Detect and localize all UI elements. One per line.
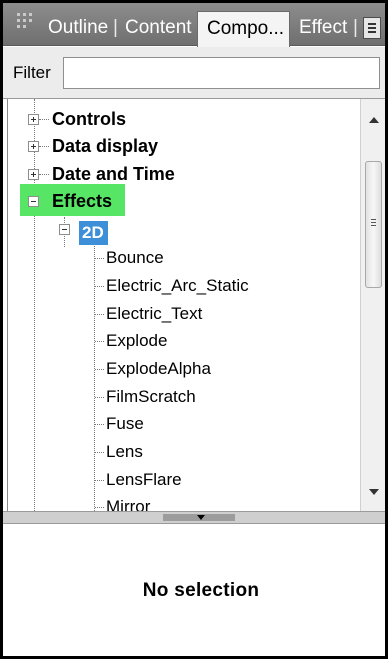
tree-connector	[95, 397, 104, 398]
tree-connector	[95, 507, 104, 508]
tree-node-label: Effects	[52, 191, 113, 211]
filter-label: Filter	[13, 63, 51, 82]
tree-connector	[95, 424, 104, 425]
arrow-up-icon[interactable]	[369, 117, 379, 123]
tree-node-effects[interactable]: Effects	[28, 188, 112, 214]
tree-connector	[95, 480, 104, 481]
tree-leaf-fuse[interactable]: Fuse	[106, 411, 144, 437]
plus-icon[interactable]	[28, 114, 39, 125]
minus-icon[interactable]	[28, 196, 39, 207]
scrollbar-thumb[interactable]	[365, 161, 382, 288]
tab-separator: |	[353, 17, 358, 38]
tree-node-2d[interactable]: 2D	[79, 221, 108, 245]
tree-leaf-mirror[interactable]: Mirror	[106, 494, 150, 511]
tree-leaf-explode[interactable]: Explode	[106, 328, 167, 354]
tree-scrollbar[interactable]	[360, 99, 385, 511]
arrow-down-icon[interactable]	[369, 489, 379, 495]
tab-separator: |	[113, 17, 118, 38]
plus-icon[interactable]	[28, 169, 39, 180]
drag-grip-icon[interactable]	[17, 13, 33, 37]
filter-input[interactable]	[63, 57, 380, 89]
tree-connector	[95, 286, 104, 287]
tree-leaf-electric-text[interactable]: Electric_Text	[106, 301, 202, 327]
tree-leaf-electric-arc-static[interactable]: Electric_Arc_Static	[106, 273, 249, 299]
tree-leaf-lensflare[interactable]: LensFlare	[106, 467, 182, 493]
tree-connector	[95, 369, 104, 370]
tree-node-label: Data display	[52, 136, 159, 156]
tree-connector	[95, 314, 104, 315]
tab-components[interactable]: Compo...	[197, 11, 290, 47]
tab-outline[interactable]: Outline	[48, 11, 108, 46]
tree-node-label: Controls	[52, 109, 126, 129]
tab-bar: Outline | Content Compo... Effect |	[3, 3, 385, 47]
tree-leaf-lens[interactable]: Lens	[106, 439, 143, 465]
tab-effect[interactable]: Effect	[299, 11, 347, 46]
panel-splitter[interactable]	[3, 511, 385, 524]
tab-content[interactable]: Content	[125, 11, 192, 46]
components-panel: Outline | Content Compo... Effect | Filt…	[0, 0, 388, 659]
minus-icon[interactable]	[59, 224, 70, 235]
view-menu-icon[interactable]	[363, 17, 381, 39]
arrow-down-icon[interactable]	[197, 515, 205, 520]
tree-node-data-display[interactable]: Data display	[28, 133, 158, 159]
filter-bar: Filter	[3, 47, 385, 99]
properties-area: No selection	[3, 524, 385, 656]
tree-node-label: Date and Time	[52, 164, 175, 184]
tree-node-controls[interactable]: Controls	[28, 106, 126, 132]
plus-icon[interactable]	[28, 141, 39, 152]
no-selection-message: No selection	[142, 580, 260, 601]
tree-connector	[95, 258, 104, 259]
tree-connector	[95, 341, 104, 342]
tree-leaf-explodealpha[interactable]: ExplodeAlpha	[106, 356, 211, 382]
component-tree[interactable]: Controls Data display Date and Time Effe…	[7, 99, 360, 511]
tree-leaf-filmscratch[interactable]: FilmScratch	[106, 384, 196, 410]
tree-leaf-bounce[interactable]: Bounce	[106, 245, 164, 271]
tree-connector	[95, 452, 104, 453]
